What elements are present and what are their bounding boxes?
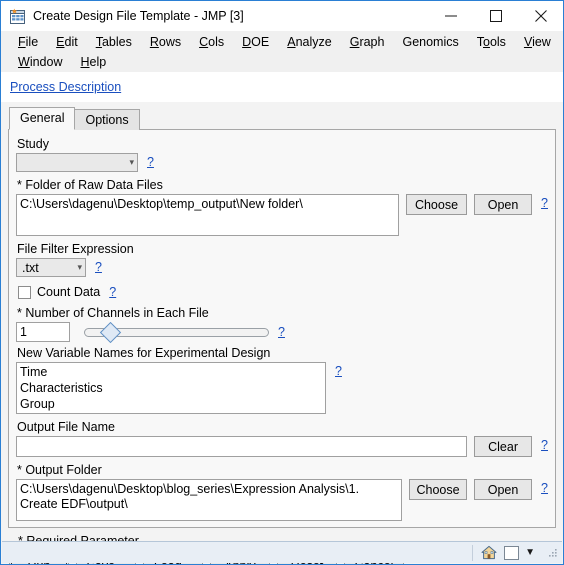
output-file-name-row: Clear ? bbox=[16, 436, 548, 457]
count-data-row[interactable]: Count Data ? bbox=[16, 285, 548, 299]
maximize-button[interactable] bbox=[473, 1, 518, 31]
menu-item-tables[interactable]: Tables bbox=[87, 33, 141, 53]
menu-item-rows[interactable]: Rows bbox=[141, 33, 190, 53]
output-folder-choose-button[interactable]: Choose bbox=[409, 479, 468, 500]
window-controls bbox=[428, 1, 563, 31]
menu-item-help[interactable]: Help bbox=[71, 53, 115, 73]
caret-down-icon[interactable]: ▼ bbox=[525, 547, 535, 558]
num-channels-input[interactable]: 1 bbox=[16, 322, 70, 342]
raw-folder-help-icon[interactable]: ? bbox=[541, 196, 548, 210]
window-box-icon bbox=[504, 545, 520, 560]
raw-folder-input[interactable]: C:\Users\dagenu\Desktop\temp_output\New … bbox=[16, 194, 399, 236]
menu-bar: File Edit Tables Rows Cols DOE Analyze Graph Gen… bbox=[1, 31, 563, 72]
study-row: ▾ ? bbox=[16, 153, 548, 172]
output-folder-row: C:\Users\dagenu\Desktop\blog_series\Expr… bbox=[16, 479, 548, 521]
window-title: Create Design File Template - JMP [3] bbox=[33, 9, 244, 23]
menu-item-analyze[interactable]: Analyze bbox=[278, 33, 340, 53]
new-variable-names-help-icon[interactable]: ? bbox=[335, 364, 342, 378]
tab-options[interactable]: Options bbox=[74, 109, 140, 130]
home-button[interactable] bbox=[481, 545, 497, 560]
tab-options-label: Options bbox=[85, 113, 129, 127]
resize-grip[interactable] bbox=[546, 547, 558, 559]
num-channels-row: 1 ? bbox=[16, 321, 548, 343]
close-button[interactable] bbox=[518, 1, 563, 31]
application-window: Create Design File Template - JMP [3] Fi… bbox=[0, 0, 564, 565]
chevron-down-icon: ▾ bbox=[77, 262, 82, 272]
status-separator bbox=[472, 544, 474, 561]
output-file-name-label: Output File Name bbox=[17, 420, 115, 434]
jmp-datatable-icon bbox=[9, 8, 26, 25]
status-bar: ▼ bbox=[2, 541, 562, 563]
menu-row: File Edit Tables Rows Cols DOE Analyze Graph Gen… bbox=[1, 33, 563, 72]
window-selector[interactable]: ▼ bbox=[504, 545, 535, 560]
new-variable-names-label: New Variable Names for Experimental Desi… bbox=[17, 346, 271, 360]
output-folder-help-icon[interactable]: ? bbox=[541, 481, 548, 495]
output-folder-input[interactable]: C:\Users\dagenu\Desktop\blog_series\Expr… bbox=[16, 479, 403, 521]
list-item[interactable]: Group bbox=[20, 396, 325, 412]
list-item[interactable]: Characteristics bbox=[20, 380, 325, 396]
process-description-row: Process Description bbox=[1, 72, 563, 102]
raw-folder-label: * Folder of Raw Data Files bbox=[17, 178, 163, 192]
tab-strip: General Options bbox=[9, 107, 556, 130]
file-filter-row: .txt ▾ ? bbox=[16, 258, 548, 277]
title-bar: Create Design File Template - JMP [3] bbox=[1, 1, 563, 31]
raw-folder-choose-button[interactable]: Choose bbox=[405, 194, 468, 215]
list-item[interactable]: Time bbox=[20, 364, 325, 380]
count-data-help-icon[interactable]: ? bbox=[109, 285, 116, 299]
output-folder-open-button[interactable]: Open bbox=[474, 479, 533, 500]
new-variable-names-row: Time Characteristics Group ? bbox=[16, 362, 548, 414]
num-channels-slider[interactable] bbox=[84, 321, 269, 343]
tab-panel-general: Study ▾ ? * Folder of Raw Data Files C:\… bbox=[8, 129, 556, 528]
raw-folder-open-button[interactable]: Open bbox=[474, 194, 533, 215]
menu-item-cols[interactable]: Cols bbox=[190, 33, 233, 53]
study-help-icon[interactable]: ? bbox=[147, 155, 154, 169]
home-icon bbox=[481, 545, 497, 560]
menu-item-view[interactable]: View bbox=[515, 33, 560, 53]
output-file-name-help-icon[interactable]: ? bbox=[541, 438, 548, 452]
chevron-down-icon: ▾ bbox=[129, 157, 134, 167]
num-channels-label: * Number of Channels in Each File bbox=[17, 306, 209, 320]
num-channels-help-icon[interactable]: ? bbox=[278, 325, 285, 339]
dialog-content: General Options Study ▾ ? * Folder of Ra… bbox=[1, 102, 563, 548]
file-filter-select-value: .txt bbox=[22, 260, 39, 275]
file-filter-label: File Filter Expression bbox=[17, 242, 134, 256]
menu-item-file[interactable]: File bbox=[9, 33, 47, 53]
study-label: Study bbox=[17, 137, 49, 151]
process-description-link[interactable]: Process Description bbox=[10, 80, 121, 94]
new-variable-names-list[interactable]: Time Characteristics Group bbox=[16, 362, 326, 414]
tab-general[interactable]: General bbox=[9, 107, 76, 130]
output-file-name-input[interactable] bbox=[16, 436, 468, 457]
menu-item-edit[interactable]: Edit bbox=[47, 33, 87, 53]
study-select[interactable]: ▾ bbox=[16, 153, 138, 172]
menu-item-graph[interactable]: Graph bbox=[341, 33, 394, 53]
slider-thumb[interactable] bbox=[99, 321, 122, 343]
menu-item-genomics[interactable]: Genomics bbox=[393, 33, 467, 53]
raw-folder-row: C:\Users\dagenu\Desktop\temp_output\New … bbox=[16, 194, 548, 236]
output-file-name-clear-button[interactable]: Clear bbox=[474, 436, 533, 457]
file-filter-select[interactable]: .txt ▾ bbox=[16, 258, 86, 277]
menu-item-window[interactable]: Window bbox=[9, 53, 71, 73]
count-data-label: Count Data bbox=[37, 285, 101, 299]
count-data-checkbox[interactable] bbox=[18, 286, 31, 299]
tab-general-label: General bbox=[20, 111, 65, 125]
menu-item-doe[interactable]: DOE bbox=[233, 33, 278, 53]
file-filter-help-icon[interactable]: ? bbox=[95, 260, 102, 274]
menu-item-tools[interactable]: Tools bbox=[468, 33, 515, 53]
output-folder-label: * Output Folder bbox=[17, 463, 102, 477]
minimize-button[interactable] bbox=[428, 1, 473, 31]
